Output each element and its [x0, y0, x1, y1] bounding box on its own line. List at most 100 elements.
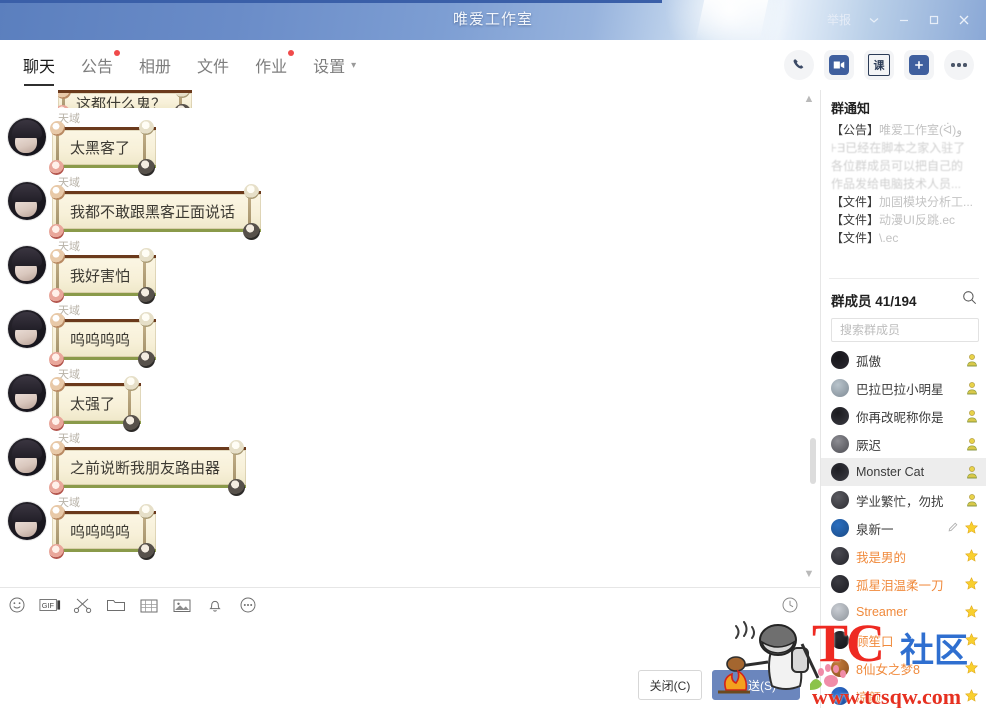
message-bubble[interactable]: 我都不敢跟黑客正面说话: [49, 184, 262, 240]
message-row[interactable]: 这都什么鬼？: [0, 90, 820, 108]
maximize-icon[interactable]: [920, 7, 948, 33]
member-avatar[interactable]: [831, 603, 849, 621]
more-tools-icon[interactable]: [231, 588, 264, 622]
close-button[interactable]: 关闭(C): [638, 670, 702, 700]
message-bubble[interactable]: 这都什么鬼？: [58, 90, 193, 108]
tab-album[interactable]: 相册: [126, 40, 184, 90]
message-scrollbar-thumb[interactable]: [810, 438, 816, 484]
member-avatar[interactable]: [831, 631, 849, 649]
member-row[interactable]: 我是男的: [821, 542, 986, 570]
report-button[interactable]: 举报: [820, 8, 858, 32]
member-search-box[interactable]: [831, 318, 979, 342]
bell-icon[interactable]: [198, 588, 231, 622]
message-bubble[interactable]: 我好害怕: [49, 248, 157, 304]
notice-entry-continuation[interactable]: 作品发给电脑技术人员...: [831, 175, 977, 193]
chevron-down-icon[interactable]: [860, 7, 888, 33]
message-row[interactable]: 天域 之前说断我朋友路由器: [0, 428, 820, 496]
phone-call-icon[interactable]: [784, 50, 814, 80]
message-row[interactable]: 天域 我都不敢跟黑客正面说话: [0, 172, 820, 240]
member-row[interactable]: 学业繁忙，勿扰: [821, 486, 986, 514]
notice-entry[interactable]: 【文件】\.ec: [831, 229, 977, 247]
class-icon[interactable]: 课: [864, 50, 894, 80]
emoji-icon[interactable]: [0, 588, 33, 622]
avatar[interactable]: [8, 374, 46, 412]
add-member-icon[interactable]: [904, 50, 934, 80]
message-bubble[interactable]: 太黑客了: [49, 120, 157, 176]
notice-entry-continuation[interactable]: 各位群成员可以把自己的: [831, 157, 977, 175]
avatar[interactable]: [8, 118, 46, 156]
member-avatar[interactable]: [831, 491, 849, 509]
edit-pencil-icon[interactable]: [947, 521, 959, 536]
member-avatar[interactable]: [831, 435, 849, 453]
member-avatar[interactable]: [831, 687, 849, 705]
group-notice-section: 群通知 【公告】唯爱工作室(ᐛ)و ⊦Ǝ已经在脚本之家入驻了 各位群成员可以把自己的…: [821, 90, 986, 275]
close-icon[interactable]: [950, 7, 978, 33]
member-avatar[interactable]: [831, 659, 849, 677]
member-list[interactable]: 孤傲巴拉巴拉小明星 你再改昵称你是 厥迟 Monster Cat 学业繁忙，勿扰 泉新一我…: [821, 346, 986, 708]
member-avatar[interactable]: [831, 351, 849, 369]
member-avatar[interactable]: [831, 379, 849, 397]
message-bubble[interactable]: 呜呜呜呜: [49, 504, 157, 560]
member-row[interactable]: 凉颜: [821, 682, 986, 708]
message-scrollbar-track[interactable]: [810, 108, 818, 564]
bubble-decoration-icon: [49, 480, 64, 495]
member-row[interactable]: 厥迟: [821, 430, 986, 458]
notice-entry-continuation[interactable]: ⊦Ǝ已经在脚本之家入驻了: [831, 139, 977, 157]
message-row[interactable]: 天域 呜呜呜呜: [0, 492, 820, 560]
member-avatar[interactable]: [831, 463, 849, 481]
avatar[interactable]: [8, 438, 46, 476]
tab-settings[interactable]: 设置 ▾: [300, 40, 369, 90]
member-name: 孤傲: [856, 354, 882, 369]
notice-entry[interactable]: 【文件】加固模块分析工...: [831, 193, 977, 211]
minimize-icon[interactable]: [890, 7, 918, 33]
scissors-icon[interactable]: [66, 588, 99, 622]
avatar[interactable]: [8, 246, 46, 284]
member-row[interactable]: 巴拉巴拉小明星: [821, 374, 986, 402]
scroll-down-arrow[interactable]: ▼: [802, 568, 816, 580]
member-row[interactable]: Monster Cat: [821, 458, 986, 486]
avatar[interactable]: [8, 502, 46, 540]
search-icon[interactable]: [962, 290, 977, 310]
member-row[interactable]: Streamer: [821, 598, 986, 626]
bubble-decoration-icon: [138, 543, 156, 560]
notice-entry[interactable]: 【公告】唯爱工作室(ᐛ)و: [831, 121, 977, 139]
message-row[interactable]: 天域 太黑客了: [0, 108, 820, 176]
tab-homework[interactable]: 作业: [242, 40, 300, 90]
member-avatar[interactable]: [831, 519, 849, 537]
avatar[interactable]: [8, 182, 46, 220]
member-row[interactable]: 泉新一: [821, 514, 986, 542]
member-row[interactable]: 孤傲: [821, 346, 986, 374]
message-input[interactable]: [0, 622, 820, 674]
member-row[interactable]: 8仙女之梦8: [821, 654, 986, 682]
member-avatar[interactable]: [831, 547, 849, 565]
scroll-up-arrow[interactable]: ▲: [802, 93, 816, 105]
gif-icon[interactable]: GIF: [33, 588, 66, 622]
member-search-input[interactable]: [838, 319, 974, 341]
message-bubble[interactable]: 呜呜呜呜: [49, 312, 157, 368]
history-clock-icon[interactable]: [773, 588, 806, 622]
member-row[interactable]: 顾笙口: [821, 626, 986, 654]
tab-announcement[interactable]: 公告: [68, 40, 126, 90]
message-bubble[interactable]: 太强了: [49, 376, 142, 432]
member-avatar[interactable]: [831, 575, 849, 593]
member-row[interactable]: 孤星泪温柔一刀: [821, 570, 986, 598]
message-list[interactable]: 这都什么鬼？ 天域 太黑客了 天域 我都不敢跟黑客正面说话 天域 我好害怕 天域 呜呜呜呜 天域太…: [0, 90, 820, 587]
notice-entry[interactable]: 【文件】动漫UI反跳.ec: [831, 211, 977, 229]
member-avatar[interactable]: [831, 407, 849, 425]
message-row[interactable]: 天域 呜呜呜呜: [0, 300, 820, 368]
folder-icon[interactable]: [99, 588, 132, 622]
message-row[interactable]: 天域 太强了: [0, 364, 820, 432]
avatar[interactable]: [8, 310, 46, 348]
message-bubble[interactable]: 之前说断我朋友路由器: [49, 440, 247, 496]
video-call-icon[interactable]: [824, 50, 854, 80]
screenshot-icon[interactable]: [132, 588, 165, 622]
tab-chat[interactable]: 聊天: [10, 40, 68, 90]
header-action-icons: 课: [784, 40, 974, 90]
image-icon[interactable]: [165, 588, 198, 622]
bubble-decoration-icon: [50, 505, 65, 520]
member-row[interactable]: 你再改昵称你是: [821, 402, 986, 430]
more-options-icon[interactable]: [944, 50, 974, 80]
message-row[interactable]: 天域 我好害怕: [0, 236, 820, 304]
tab-files[interactable]: 文件: [184, 40, 242, 90]
send-button[interactable]: 发送(S): [712, 670, 800, 700]
